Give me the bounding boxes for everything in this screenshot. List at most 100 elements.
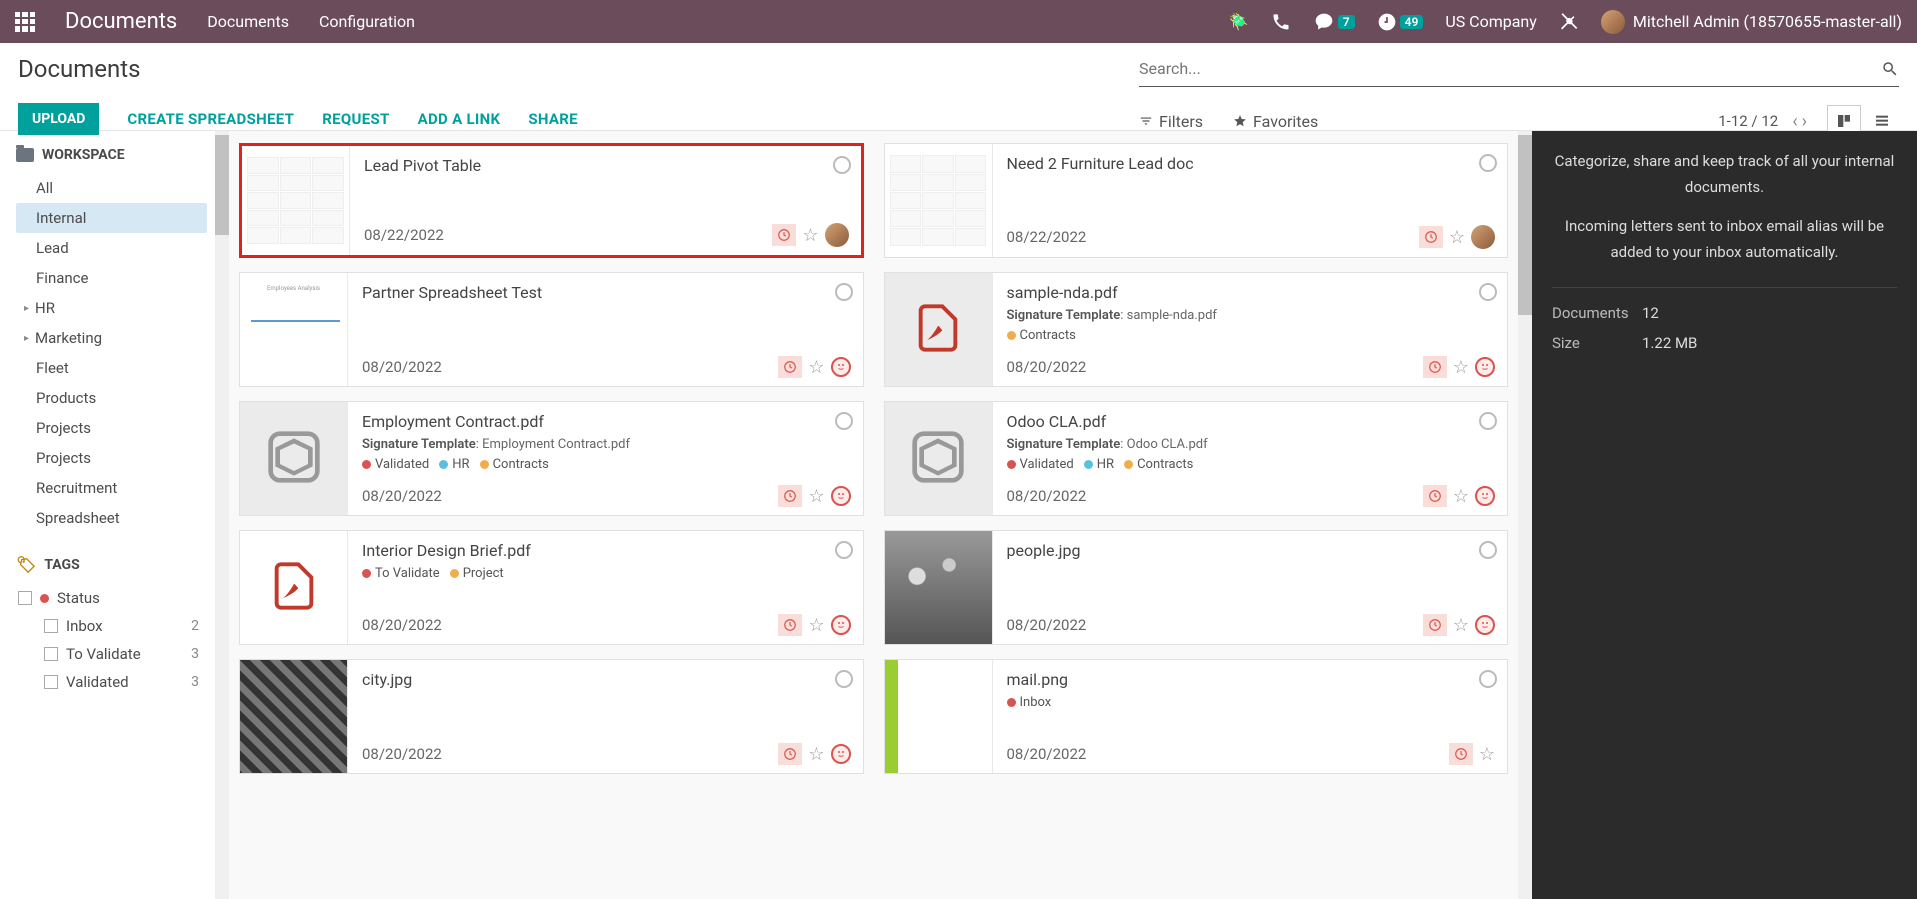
company-selector[interactable]: US Company <box>1445 12 1537 31</box>
sidebar-item-internal[interactable]: Internal <box>16 203 207 233</box>
star-icon[interactable]: ☆ <box>808 486 824 507</box>
activity-clock-icon[interactable] <box>1449 743 1473 765</box>
select-checkbox[interactable] <box>833 156 851 174</box>
card-thumbnail <box>885 144 993 257</box>
user-avatar-icon <box>1601 10 1625 34</box>
select-checkbox[interactable] <box>1479 412 1497 430</box>
messaging-icon[interactable]: 7 <box>1313 12 1355 32</box>
star-icon[interactable]: ☆ <box>1453 615 1469 636</box>
content-area: WORKSPACE All Internal Lead Finance ▸HR … <box>0 131 1917 899</box>
card-date: 08/20/2022 <box>1007 616 1087 634</box>
sidebar-item-projects-2[interactable]: Projects <box>16 443 207 473</box>
request-button[interactable]: REQUEST <box>322 110 389 128</box>
document-card[interactable]: Lead Pivot Table08/22/2022☆ <box>239 143 864 258</box>
control-panel: Documents UPLOAD CREATE SPREADSHEET REQU… <box>0 43 1917 131</box>
star-icon[interactable]: ☆ <box>1479 744 1495 765</box>
document-card[interactable]: Employees AnalysisPartner Spreadsheet Te… <box>239 272 864 387</box>
select-checkbox[interactable] <box>835 670 853 688</box>
card-title: Need 2 Furniture Lead doc <box>1007 154 1496 173</box>
sidebar-item-products[interactable]: Products <box>16 383 207 413</box>
nav-link-documents[interactable]: Documents <box>207 12 289 31</box>
filter-group: Filters Favorites <box>1139 112 1318 131</box>
workspace-label: WORKSPACE <box>42 147 125 163</box>
activity-clock-icon[interactable] <box>1423 485 1447 507</box>
select-checkbox[interactable] <box>1479 541 1497 559</box>
sidebar-item-spreadsheet[interactable]: Spreadsheet <box>16 503 207 533</box>
create-spreadsheet-button[interactable]: CREATE SPREADSHEET <box>127 110 294 128</box>
add-link-button[interactable]: ADD A LINK <box>418 110 501 128</box>
tag-status[interactable]: Status <box>16 584 207 612</box>
favorites-button[interactable]: Favorites <box>1233 112 1318 131</box>
select-checkbox[interactable] <box>835 283 853 301</box>
sidebar-item-lead[interactable]: Lead <box>16 233 207 263</box>
document-card[interactable]: sample-nda.pdfSignature Template: sample… <box>884 272 1509 387</box>
card-thumbnail <box>240 660 348 773</box>
caret-icon: ▸ <box>24 303 29 314</box>
document-card[interactable]: Interior Design Brief.pdfTo ValidateProj… <box>239 530 864 645</box>
sidebar-item-fleet[interactable]: Fleet <box>16 353 207 383</box>
document-card[interactable]: Need 2 Furniture Lead doc08/22/2022☆ <box>884 143 1509 258</box>
main-scrollbar[interactable] <box>1518 131 1532 899</box>
tag-inbox[interactable]: Inbox2 <box>16 612 207 640</box>
sidebar-scrollbar[interactable] <box>215 131 229 899</box>
activity-clock-icon[interactable] <box>778 743 802 765</box>
share-button[interactable]: SHARE <box>528 110 578 128</box>
card-column-right: Need 2 Furniture Lead doc08/22/2022☆ samp… <box>884 143 1509 887</box>
document-card[interactable]: mail.pngInbox08/20/2022☆ <box>884 659 1509 774</box>
info-text-1: Categorize, share and keep track of all … <box>1552 149 1897 200</box>
debug-icon[interactable] <box>1229 12 1249 31</box>
select-checkbox[interactable] <box>835 412 853 430</box>
select-checkbox[interactable] <box>1479 670 1497 688</box>
owner-avatar-icon <box>825 223 849 247</box>
activity-clock-icon[interactable] <box>778 356 802 378</box>
star-icon[interactable]: ☆ <box>1453 486 1469 507</box>
apps-menu-icon[interactable] <box>15 12 35 32</box>
favorites-label: Favorites <box>1253 112 1318 131</box>
card-title: Partner Spreadsheet Test <box>362 283 851 302</box>
document-card[interactable]: Odoo CLA.pdfSignature Template: Odoo CLA… <box>884 401 1509 516</box>
activity-clock-icon[interactable] <box>772 224 796 246</box>
card-title: mail.png <box>1007 670 1496 689</box>
star-icon[interactable]: ☆ <box>808 744 824 765</box>
call-icon[interactable] <box>1271 12 1291 32</box>
tools-icon[interactable] <box>1559 12 1579 32</box>
select-checkbox[interactable] <box>1479 154 1497 172</box>
star-icon[interactable]: ☆ <box>1449 227 1465 248</box>
search-input[interactable] <box>1139 55 1881 82</box>
activity-clock-icon[interactable] <box>1423 614 1447 636</box>
star-icon[interactable]: ☆ <box>808 357 824 378</box>
activity-clock-icon[interactable] <box>778 614 802 636</box>
document-card[interactable]: Employment Contract.pdfSignature Templat… <box>239 401 864 516</box>
document-card[interactable]: city.jpg08/20/2022☆ <box>239 659 864 774</box>
tag-validated[interactable]: Validated3 <box>16 668 207 696</box>
tag-tovalidate[interactable]: To Validate3 <box>16 640 207 668</box>
activity-clock-icon[interactable] <box>1419 226 1443 248</box>
page-title: Documents <box>18 55 578 83</box>
card-date: 08/20/2022 <box>1007 745 1087 763</box>
sidebar-item-marketing[interactable]: ▸Marketing <box>16 323 207 353</box>
sidebar-item-finance[interactable]: Finance <box>16 263 207 293</box>
document-card[interactable]: people.jpg08/20/2022☆ <box>884 530 1509 645</box>
card-thumbnail <box>885 531 993 644</box>
sidebar-item-projects-1[interactable]: Projects <box>16 413 207 443</box>
star-icon[interactable]: ☆ <box>1453 357 1469 378</box>
filters-button[interactable]: Filters <box>1139 112 1203 131</box>
sidebar-item-hr[interactable]: ▸HR <box>16 293 207 323</box>
search-icon[interactable] <box>1881 60 1899 78</box>
user-menu[interactable]: Mitchell Admin (18570655-master-all) <box>1601 10 1902 34</box>
info-header: Categorize, share and keep track of all … <box>1552 149 1897 265</box>
star-icon[interactable]: ☆ <box>808 615 824 636</box>
control-right: Filters Favorites 1-12 / 12 ‹ › <box>1139 55 1899 137</box>
pager-next-icon[interactable]: › <box>1802 111 1807 132</box>
select-checkbox[interactable] <box>835 541 853 559</box>
sidebar-item-all[interactable]: All <box>16 173 207 203</box>
activity-icon[interactable]: 49 <box>1377 12 1424 32</box>
owner-avatar-icon <box>1471 225 1495 249</box>
select-checkbox[interactable] <box>1479 283 1497 301</box>
sidebar-item-recruitment[interactable]: Recruitment <box>16 473 207 503</box>
pager-prev-icon[interactable]: ‹ <box>1792 111 1797 132</box>
activity-clock-icon[interactable] <box>1423 356 1447 378</box>
star-icon[interactable]: ☆ <box>802 225 818 246</box>
nav-link-configuration[interactable]: Configuration <box>319 12 415 31</box>
activity-clock-icon[interactable] <box>778 485 802 507</box>
